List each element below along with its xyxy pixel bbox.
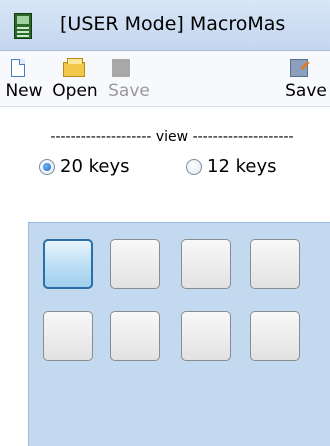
radio-12-keys-indicator[interactable]	[186, 159, 202, 175]
key-1[interactable]	[43, 239, 93, 289]
view-group-label: -------------------- view --------------…	[50, 129, 294, 145]
keypad-grid	[28, 222, 330, 446]
new-button-label: New	[5, 81, 43, 101]
key-8[interactable]	[250, 311, 300, 361]
open-folder-icon	[63, 58, 85, 77]
radio-20-keys-label: 20 keys	[60, 156, 130, 177]
radio-12-keys-label: 12 keys	[207, 156, 277, 177]
save-button[interactable]: Save	[102, 51, 156, 106]
window-title: [USER Mode] MacroMas	[60, 13, 286, 35]
radio-12-keys[interactable]: 12 keys	[186, 156, 306, 178]
open-button-label: Open	[52, 81, 98, 101]
open-button[interactable]: Open	[48, 51, 102, 106]
save-as-button-label: Save	[285, 81, 327, 101]
save-as-icon	[290, 59, 308, 77]
key-4[interactable]	[250, 239, 300, 289]
new-button[interactable]: New	[0, 51, 48, 106]
toolbar: New Open Save Save	[0, 51, 330, 107]
save-icon	[112, 59, 130, 77]
save-button-label: Save	[108, 81, 150, 101]
macro-keypad-icon[interactable]	[14, 13, 32, 39]
key-3[interactable]	[181, 239, 231, 289]
radio-20-keys[interactable]: 20 keys	[39, 156, 159, 178]
key-2[interactable]	[110, 239, 160, 289]
save-as-button[interactable]: Save	[282, 51, 330, 106]
new-document-icon	[11, 59, 25, 77]
main-panel: -------------------- view --------------…	[0, 107, 330, 446]
title-bar: [USER Mode] MacroMas	[0, 0, 330, 51]
key-6[interactable]	[110, 311, 160, 361]
key-7[interactable]	[181, 311, 231, 361]
key-5[interactable]	[43, 311, 93, 361]
radio-20-keys-indicator[interactable]	[39, 159, 55, 175]
